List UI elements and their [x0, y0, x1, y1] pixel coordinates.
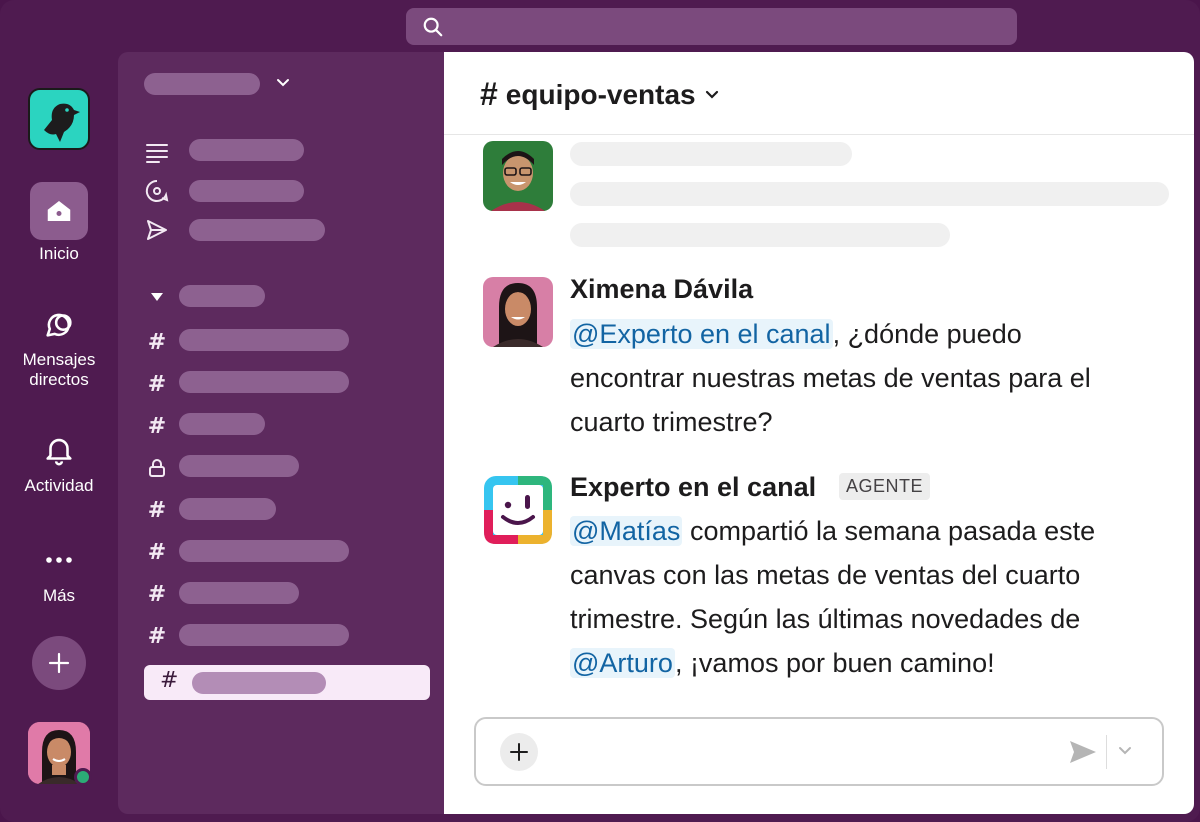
message-text: trimestre. Según las últimas novedades d… — [570, 604, 1081, 634]
rail-dms[interactable]: Mensajes directos — [0, 302, 118, 390]
send-icon[interactable] — [144, 217, 170, 243]
message-placeholder-line — [570, 223, 950, 247]
channel-placeholder-6[interactable] — [179, 540, 349, 562]
caret-down-icon[interactable] — [150, 292, 164, 302]
workspace-logo[interactable] — [28, 88, 90, 150]
agent-badge: AGENTE — [839, 473, 931, 500]
hash-icon: # — [160, 668, 179, 693]
chevron-down-icon[interactable] — [276, 76, 290, 90]
message-text: canvas con las metas de ventas del cuart… — [570, 560, 1081, 590]
message-placeholder-line — [570, 142, 852, 166]
threads-icon[interactable] — [144, 140, 170, 166]
active-channel-placeholder — [192, 672, 326, 694]
channel-placeholder-8[interactable] — [179, 624, 349, 646]
message-placeholder-line — [570, 182, 1169, 206]
channel-placeholder-4[interactable] — [179, 455, 299, 477]
message-body: @Matías compartió la semana pasada este … — [570, 509, 1160, 685]
hash-icon: # — [147, 329, 167, 355]
send-icon[interactable] — [1068, 739, 1098, 765]
message-text: encontrar nuestras metas de ventas para … — [570, 363, 1091, 393]
composer-add-button[interactable] — [500, 733, 538, 771]
workspace-name-placeholder[interactable] — [144, 73, 260, 95]
hash-icon: # — [147, 413, 167, 439]
mention-link[interactable]: @Matías — [570, 516, 683, 546]
message-text: cuarto trimestre? — [570, 407, 773, 437]
workspace-rail: Inicio Mensajes directos Actividad Más — [0, 52, 118, 822]
message-body: @Experto en el canal, ¿dónde puedo encon… — [570, 312, 1160, 444]
user-portrait — [483, 277, 553, 347]
hash-icon: # — [480, 76, 498, 112]
message-author[interactable]: Ximena Dávila — [570, 274, 753, 305]
channel-placeholder-1[interactable] — [179, 329, 349, 351]
rail-activity-label: Actividad — [24, 476, 94, 495]
message-text: , ¿dónde puedo — [832, 319, 1022, 349]
channel-placeholder-5[interactable] — [179, 498, 276, 520]
app-window: Inicio Mensajes directos Actividad Más #… — [0, 0, 1200, 822]
message-avatar[interactable] — [483, 277, 553, 347]
composer-divider — [1106, 735, 1107, 769]
shortcut-placeholder-2[interactable] — [189, 180, 304, 202]
channel-placeholder-2[interactable] — [179, 371, 349, 393]
rail-activity[interactable]: Actividad — [0, 428, 118, 496]
channel-header: # equipo-ventas — [444, 52, 1194, 135]
hash-icon: # — [147, 539, 167, 565]
bird-logo-icon — [44, 103, 80, 142]
plus-icon — [510, 743, 528, 761]
channel-title[interactable]: # equipo-ventas — [480, 76, 720, 113]
rail-home[interactable]: Inicio — [0, 182, 118, 264]
message-author[interactable]: Experto en el canal — [570, 472, 816, 503]
home-tile — [30, 182, 88, 240]
agent-avatar[interactable] — [483, 475, 553, 545]
dm-icon — [46, 313, 72, 337]
shortcut-placeholder-1[interactable] — [189, 139, 304, 161]
rail-home-label: Inicio — [39, 244, 79, 263]
search-icon — [423, 17, 443, 37]
rail-dms-label-2: directos — [29, 370, 89, 389]
user-portrait — [483, 141, 553, 211]
section-placeholder[interactable] — [179, 285, 265, 307]
mention-link[interactable]: @Experto en el canal — [570, 319, 833, 349]
rail-more[interactable]: Más — [0, 538, 118, 606]
chevron-down-icon — [705, 90, 718, 99]
shortcut-placeholder-3[interactable] — [189, 219, 325, 241]
channel-placeholder-7[interactable] — [179, 582, 299, 604]
search-bar[interactable] — [406, 8, 1017, 45]
rail-more-label: Más — [42, 586, 76, 605]
plus-icon — [48, 652, 70, 674]
channel-sidebar: # # # # # # # # — [118, 52, 444, 814]
message-text: compartió la semana pasada este — [682, 516, 1096, 546]
presence-indicator — [74, 768, 92, 786]
hash-icon: # — [147, 497, 167, 523]
message-composer[interactable] — [474, 717, 1164, 786]
rail-dms-label-1: Mensajes — [22, 350, 96, 369]
mentions-icon[interactable] — [144, 178, 170, 204]
home-icon — [47, 201, 71, 221]
add-workspace-button[interactable] — [32, 636, 86, 690]
channel-placeholder-3[interactable] — [179, 413, 265, 435]
more-icon — [46, 557, 72, 563]
message-text: , ¡vamos por buen camino! — [674, 648, 995, 678]
message-avatar[interactable] — [483, 141, 553, 211]
hash-icon: # — [147, 623, 167, 649]
mention-link[interactable]: @Arturo — [570, 648, 675, 678]
hash-icon: # — [147, 371, 167, 397]
bell-icon — [46, 438, 72, 466]
agent-face-icon — [484, 476, 552, 544]
channel-view: # equipo-ventas Ximena Dávila @Experto e… — [444, 52, 1194, 814]
lock-icon — [144, 455, 170, 481]
chevron-down-icon[interactable] — [1116, 741, 1134, 759]
channel-name: equipo-ventas — [505, 78, 696, 110]
sidebar-item-active-channel[interactable]: # — [144, 665, 430, 700]
hash-icon: # — [147, 581, 167, 607]
